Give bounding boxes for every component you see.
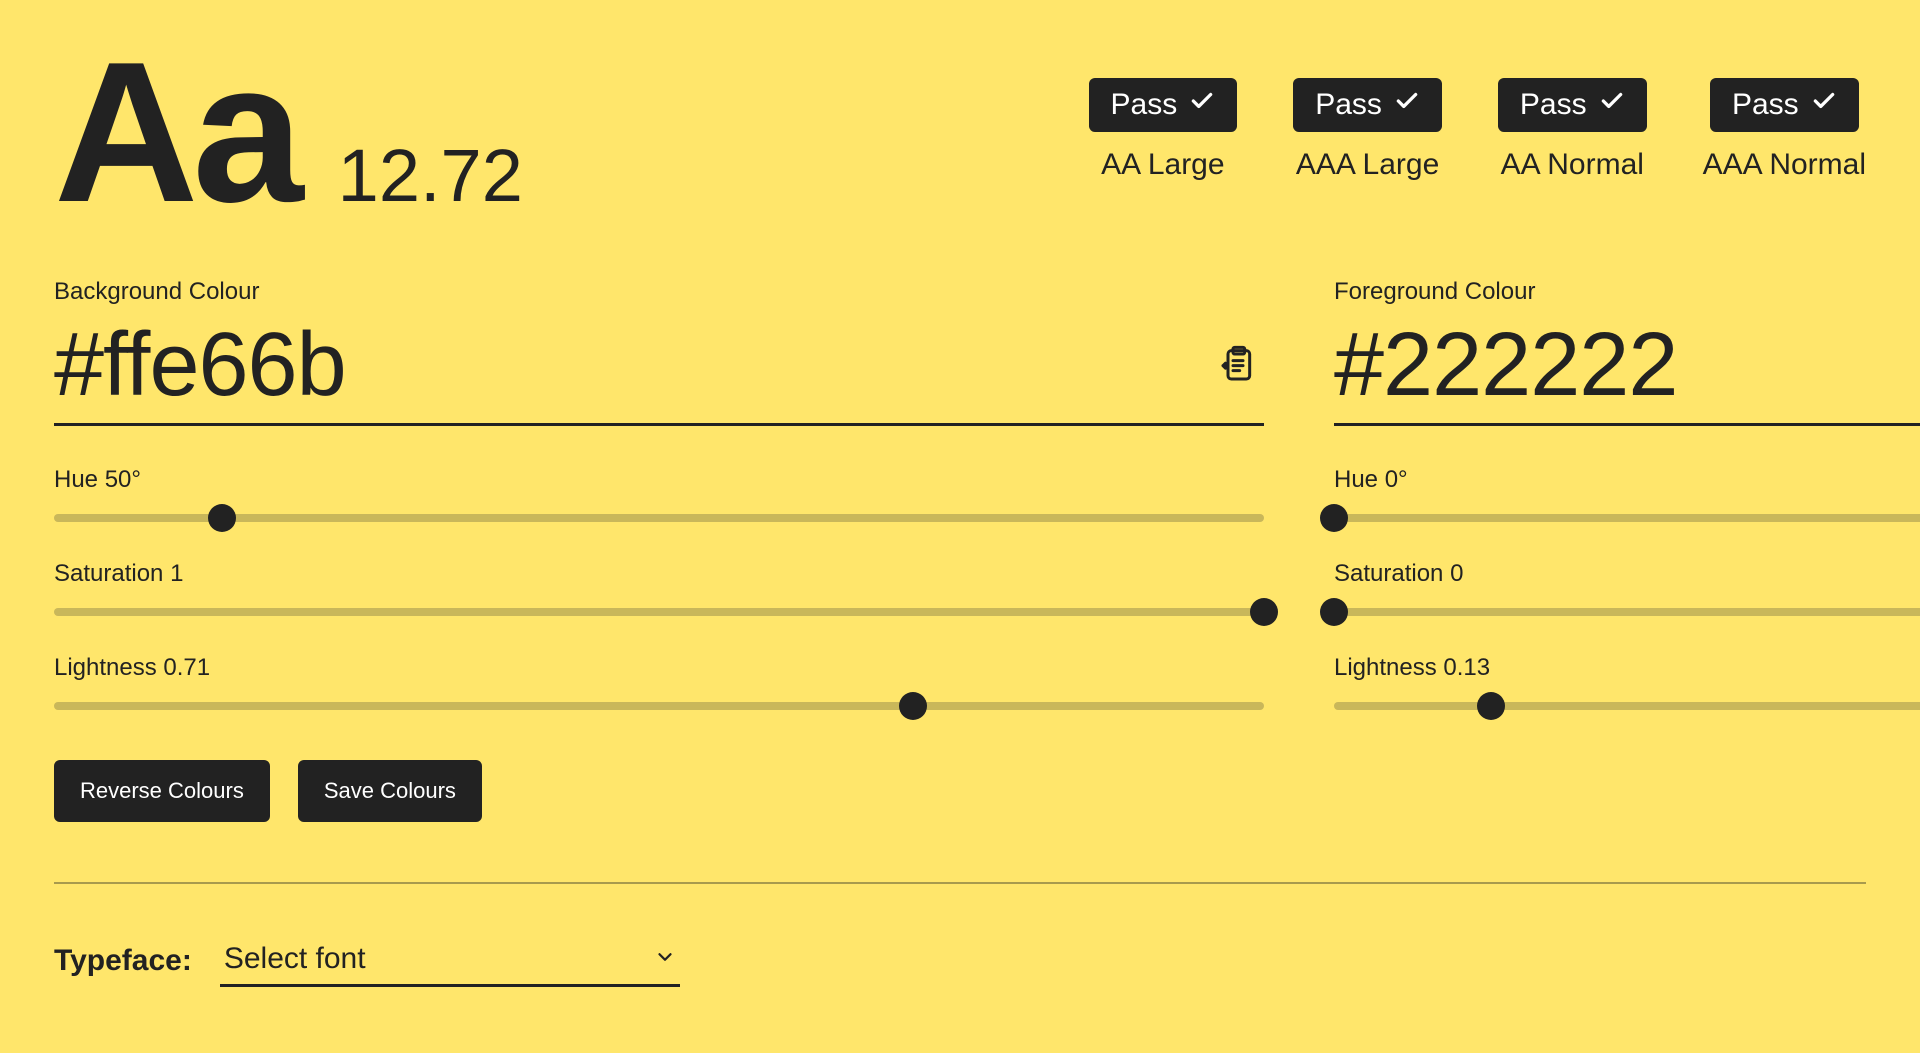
sample-text: Aa (54, 48, 298, 218)
wcag-label: AAA Large (1296, 148, 1439, 182)
bg-hue-slider[interactable] (54, 504, 1264, 532)
fg-light-label: Lightness 0.13 (1334, 654, 1920, 682)
pass-text: Pass (1732, 88, 1799, 122)
fg-sat-slider[interactable] (1334, 598, 1920, 626)
background-heading: Background Colour (54, 278, 1264, 306)
fg-sat-label: Saturation 0 (1334, 560, 1920, 588)
foreground-column: Foreground Colour Hue 0° (1334, 278, 1920, 822)
check-icon (1189, 88, 1215, 122)
check-icon (1811, 88, 1837, 122)
slider-thumb[interactable] (899, 692, 927, 720)
fg-hue-slider[interactable] (1334, 504, 1920, 532)
pass-text: Pass (1520, 88, 1587, 122)
save-colours-button[interactable]: Save Colours (298, 760, 482, 822)
fg-light-slider[interactable] (1334, 692, 1920, 720)
bg-light-slider[interactable] (54, 692, 1264, 720)
pass-badge: Pass (1089, 78, 1238, 132)
background-column: Background Colour Hue 50° (54, 278, 1264, 822)
foreground-heading: Foreground Colour (1334, 278, 1920, 306)
slider-thumb[interactable] (1320, 598, 1348, 626)
wcag-label: AA Normal (1501, 148, 1644, 182)
bg-light-label: Lightness 0.71 (54, 654, 1264, 682)
bg-sat-label: Saturation 1 (54, 560, 1264, 588)
fg-hue-label: Hue 0° (1334, 466, 1920, 494)
bg-sat-slider[interactable] (54, 598, 1264, 626)
check-icon (1599, 88, 1625, 122)
pass-text: Pass (1315, 88, 1382, 122)
chevron-down-icon (654, 946, 676, 973)
typeface-placeholder: Select font (224, 942, 366, 976)
contrast-ratio: 12.72 (338, 133, 523, 218)
wcag-aa-large: Pass AA Large (1089, 78, 1238, 182)
foreground-hex-input[interactable] (1334, 314, 1920, 417)
pass-badge: Pass (1498, 78, 1647, 132)
bg-hue-label: Hue 50° (54, 466, 1264, 494)
wcag-aaa-large: Pass AAA Large (1293, 78, 1442, 182)
wcag-results: Pass AA Large Pass AAA Large Pass (1089, 78, 1867, 182)
background-hex-input[interactable] (54, 314, 1212, 417)
sample-block: Aa 12.72 (54, 48, 523, 218)
slider-thumb[interactable] (1477, 692, 1505, 720)
pass-badge: Pass (1293, 78, 1442, 132)
slider-thumb[interactable] (208, 504, 236, 532)
wcag-label: AAA Normal (1703, 148, 1866, 182)
wcag-aa-normal: Pass AA Normal (1498, 78, 1647, 182)
divider (54, 882, 1866, 884)
wcag-aaa-normal: Pass AAA Normal (1703, 78, 1866, 182)
slider-thumb[interactable] (1250, 598, 1278, 626)
background-paste-button[interactable] (1212, 338, 1264, 393)
slider-thumb[interactable] (1320, 504, 1348, 532)
wcag-label: AA Large (1101, 148, 1224, 182)
reverse-colours-button[interactable]: Reverse Colours (54, 760, 270, 822)
typeface-select[interactable]: Select font (220, 934, 680, 987)
clipboard-icon (1218, 372, 1258, 387)
typeface-label: Typeface: (54, 944, 192, 978)
pass-text: Pass (1111, 88, 1178, 122)
pass-badge: Pass (1710, 78, 1859, 132)
check-icon (1394, 88, 1420, 122)
